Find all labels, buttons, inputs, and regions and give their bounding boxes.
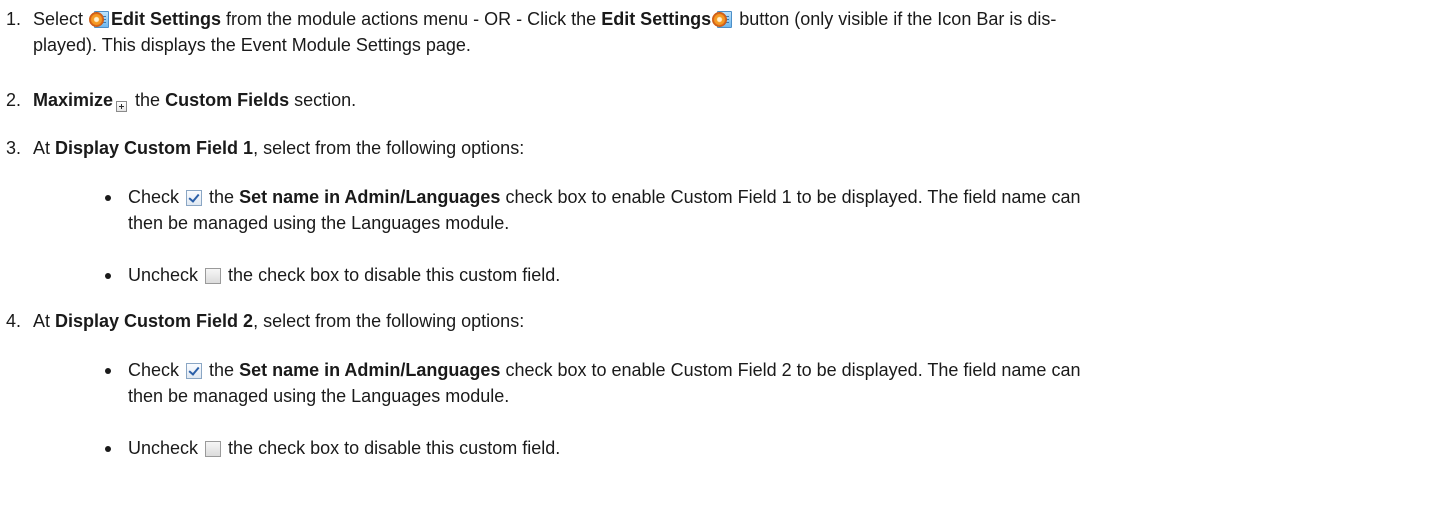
bullet-text: Uncheck the check box to disable this cu… [128, 265, 561, 285]
ui-term: Edit Settings [111, 9, 222, 29]
step-text: At Display Custom Field 2, select from t… [33, 311, 525, 331]
ui-term: Maximize [33, 90, 114, 110]
step-number: 2. [6, 90, 22, 110]
ui-term: Display Custom Field 1 [55, 138, 254, 158]
bullet-text: Check the Set name in Admin/Languages ch… [128, 187, 1081, 233]
bullet-dot [105, 368, 111, 374]
edit-settings-icon [89, 9, 110, 29]
edit-settings-icon [712, 9, 733, 29]
maximize-plus-icon [116, 101, 128, 112]
bullet-dot [105, 273, 111, 279]
step-text: At Display Custom Field 1, select from t… [33, 138, 525, 158]
ui-term: Set name in Admin/Languages [239, 360, 501, 380]
step-text: Maximize the Custom Fields section. [33, 90, 357, 112]
bullet-dot [105, 195, 111, 201]
bullet-text: Uncheck the check box to disable this cu… [128, 438, 561, 458]
ui-term: Edit Settings [601, 9, 712, 29]
bullet-dot [105, 446, 111, 452]
ui-term: Set name in Admin/Languages [239, 187, 501, 207]
checked-checkbox-icon [186, 190, 203, 206]
step-text: Select Edit Settings from the module act… [33, 9, 1057, 55]
step-number: 1. [6, 9, 22, 29]
step-number: 4. [6, 311, 22, 331]
unchecked-checkbox-icon [205, 268, 222, 284]
bullet-text: Check the Set name in Admin/Languages ch… [128, 360, 1081, 406]
step-number: 3. [6, 138, 22, 158]
checked-checkbox-icon [186, 363, 203, 379]
unchecked-checkbox-icon [205, 441, 222, 457]
ui-term: Display Custom Field 2 [55, 311, 254, 331]
ui-term: Custom Fields [165, 90, 290, 110]
